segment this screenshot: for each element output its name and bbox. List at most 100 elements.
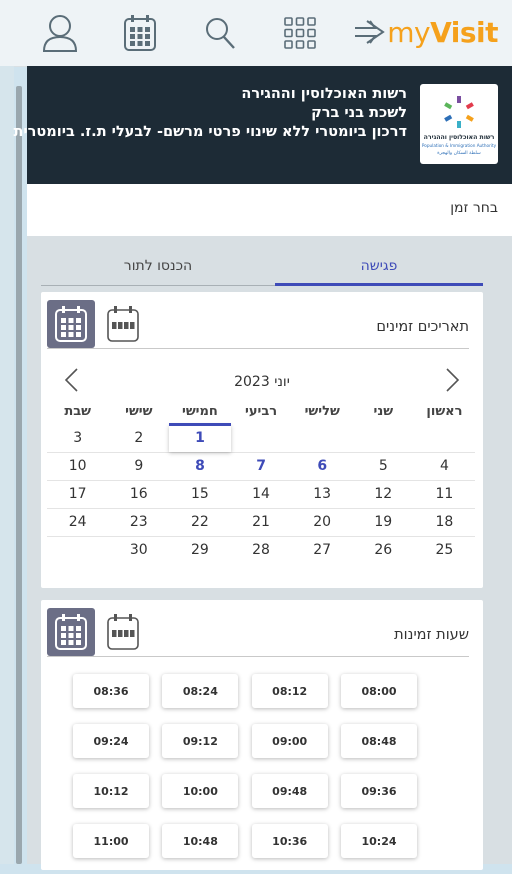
time-slot-button[interactable]: 09:36 — [341, 774, 417, 808]
calendar-day: 10 — [68, 458, 87, 474]
slot-row: 10:24 10:36 10:48 11:00 — [73, 824, 417, 858]
slot-row: 08:00 08:12 08:24 08:36 — [73, 674, 417, 708]
scrollbar[interactable] — [16, 86, 22, 864]
calendar-day: 24 — [68, 514, 87, 530]
calendar-day: 27 — [313, 542, 332, 558]
calendar-day: 16 — [129, 486, 148, 502]
next-month-button[interactable] — [441, 366, 465, 394]
calendar-day: 14 — [252, 486, 270, 502]
logo-text-he: רשות האוכלוסין וההגירה — [424, 134, 495, 141]
time-slot-button[interactable]: 09:00 — [251, 724, 328, 758]
calendar-day: 5 — [378, 458, 388, 474]
active-tab-indicator — [275, 283, 483, 286]
time-slot-button[interactable]: 11:00 — [73, 824, 150, 858]
calendar-day: 17 — [68, 486, 87, 502]
time-slot-button[interactable]: 10:00 — [162, 774, 239, 808]
calendar-icon[interactable] — [120, 12, 160, 54]
time-slot-button[interactable]: 10:24 — [341, 824, 417, 858]
hours-divider — [47, 656, 469, 657]
calendar-day[interactable]: 8 — [169, 453, 230, 480]
slot-row: 08:48 09:00 09:12 09:24 — [73, 724, 417, 758]
hours-month-view-button[interactable] — [47, 608, 95, 656]
time-slot-button[interactable]: 10:48 — [162, 824, 239, 858]
calendar-week-icon — [107, 614, 139, 650]
calendar-empty-cell — [231, 425, 292, 452]
calendar-day: 21 — [252, 514, 270, 530]
time-slot-button[interactable]: 08:12 — [251, 674, 328, 708]
time-slot-button[interactable]: 08:24 — [162, 674, 239, 708]
dates-title: תאריכים זמינים — [376, 319, 469, 335]
calendar-empty-cell — [353, 425, 414, 452]
calendar-day: 20 — [313, 514, 332, 530]
calendar-days: 1 2 3 4 5 6 7 8 9 10 11 12 13 14 15 16 17 18 19 20 21 22 23 24 2… — [47, 423, 475, 564]
weekday-label: שלישי — [304, 404, 340, 419]
search-icon[interactable] — [200, 12, 240, 54]
hours-card: שעות זמינות 08:00 08:12 08:24 08:36 08:48 09:… — [41, 600, 483, 870]
calendar-day: 11 — [435, 486, 454, 502]
calendar-month-icon — [55, 614, 87, 650]
calendar-week-row: 11 12 13 14 15 16 17 — [47, 481, 475, 509]
weekday-label: רביעי — [245, 404, 278, 419]
time-slot-button[interactable]: 08:48 — [341, 724, 417, 758]
calendar-empty-cell — [47, 537, 108, 564]
calendar-day: 9 — [134, 458, 144, 474]
brand-name: myVisit — [387, 15, 498, 49]
calendar-week-row: 4 5 6 7 8 9 10 — [47, 453, 475, 481]
slot-row: 09:36 09:48 10:00 10:12 — [73, 774, 417, 808]
hours-title: שעות זמינות — [394, 627, 469, 643]
dates-card: תאריכים זמינים יוני 2023 ראשון שני שלישי רב… — [41, 292, 483, 588]
logo-text-ar: سلطة السكان والهجرة — [437, 150, 481, 156]
time-slot-button[interactable]: 08:00 — [341, 674, 417, 708]
left-gutter — [0, 66, 14, 864]
calendar-day: 23 — [129, 514, 148, 530]
time-slot-button[interactable]: 09:12 — [162, 724, 239, 758]
calendar-empty-cell — [292, 425, 353, 452]
time-slot-button[interactable]: 09:48 — [251, 774, 328, 808]
grid-menu-icon[interactable] — [280, 12, 320, 54]
calendar-week-icon — [107, 306, 139, 342]
office-header: רשות האוכלוסין וההגירה Population & Immi… — [13, 66, 512, 184]
calendar-week-row: 18 19 20 21 22 23 24 — [47, 509, 475, 537]
calendar-day: 12 — [374, 486, 393, 502]
calendar-day: 2 — [134, 430, 144, 446]
week-view-button[interactable] — [99, 300, 147, 348]
calendar-day[interactable]: 1 — [169, 423, 231, 452]
calendar-day: 26 — [374, 542, 393, 558]
month-view-button[interactable] — [47, 300, 95, 348]
logo-text-en: Population & Immigration Authority — [422, 143, 497, 148]
weekday-label: שישי — [125, 404, 153, 419]
tabs: פגישה הכנסו לתור — [41, 250, 483, 286]
month-title: יוני 2023 — [234, 374, 290, 390]
hours-week-view-button[interactable] — [99, 608, 147, 656]
calendar-day: 29 — [191, 542, 209, 558]
calendar-month-icon — [55, 306, 87, 342]
weekday-header: ראשון שני שלישי רביעי חמישי שישי שבת — [47, 398, 475, 425]
tab-queue[interactable]: הכנסו לתור — [41, 250, 275, 283]
exit-arrow-icon — [355, 20, 385, 44]
main-panel: רשות האוכלוסין וההגירה Population & Immi… — [13, 66, 512, 870]
dates-divider — [47, 348, 469, 349]
brand-logo[interactable]: myVisit — [353, 10, 498, 54]
time-slot-button[interactable]: 10:12 — [73, 774, 150, 808]
calendar-week-row: 25 26 27 28 29 30 — [47, 537, 475, 564]
tab-meeting[interactable]: פגישה — [275, 250, 483, 283]
calendar-day: 25 — [435, 542, 454, 558]
authority-name: רשות האוכלוסין וההגירה — [241, 86, 407, 102]
time-slots: 08:00 08:12 08:24 08:36 08:48 09:00 09:12 09:24… — [73, 674, 417, 874]
weekday-label: שבת — [64, 404, 92, 419]
calendar-day: 28 — [252, 542, 270, 558]
booking-content: פגישה הכנסו לתור תאריכים זמינים יוני 202… — [27, 236, 512, 870]
time-slot-button[interactable]: 08:36 — [73, 674, 150, 708]
step-title: בחר זמן — [450, 200, 498, 216]
user-icon[interactable] — [40, 12, 80, 54]
calendar-day: 18 — [435, 514, 454, 530]
calendar-day[interactable]: 6 — [292, 453, 353, 480]
office-name: לשכת בני ברק — [311, 105, 407, 121]
time-slot-button[interactable]: 09:24 — [73, 724, 150, 758]
service-name: דרכון ביומטרי ללא שינוי פרטי מרשם- לבעלי… — [13, 124, 407, 140]
calendar-empty-cell — [414, 425, 475, 452]
time-slot-button[interactable]: 10:36 — [251, 824, 328, 858]
step-title-bar: בחר זמן — [27, 184, 512, 236]
calendar-day[interactable]: 7 — [231, 453, 292, 480]
calendar-week-row: 1 2 3 — [47, 423, 475, 453]
